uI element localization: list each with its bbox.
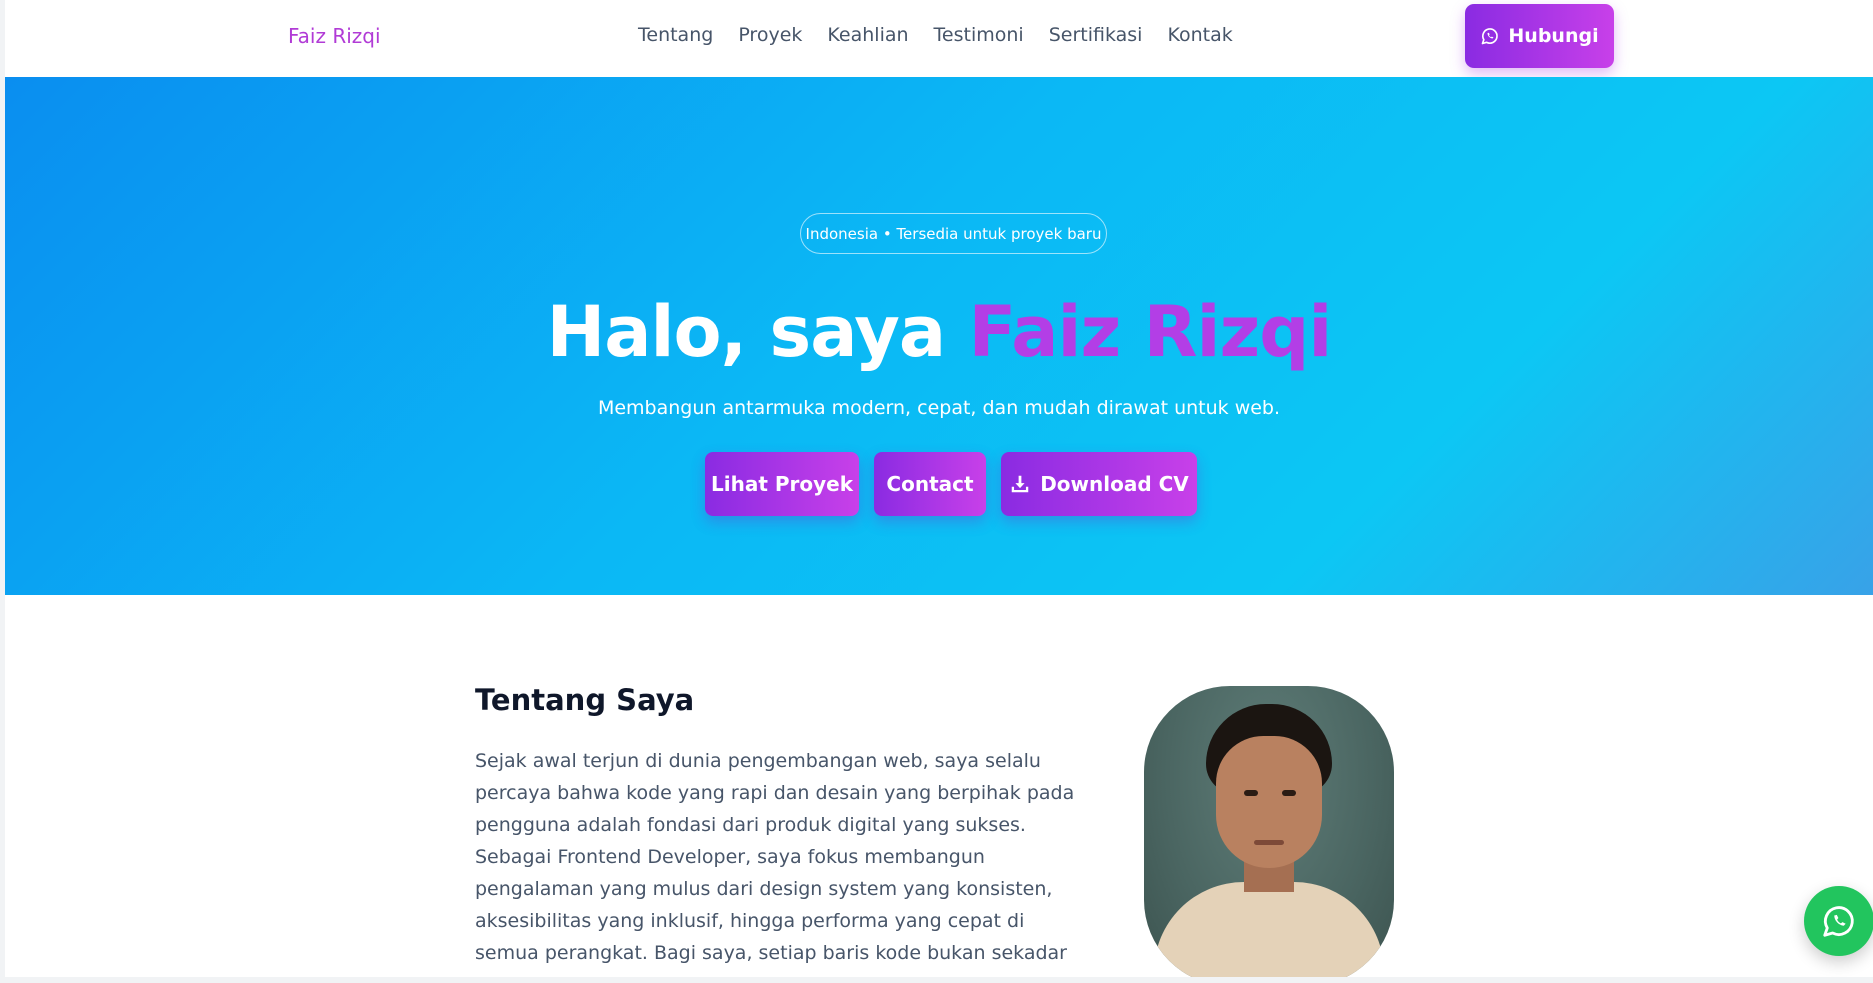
hubungi-button[interactable]: Hubungi [1465, 4, 1614, 68]
nav-item-proyek[interactable]: Proyek [738, 24, 802, 46]
profile-photo [1144, 686, 1394, 977]
download-cv-button[interactable]: Download CV [1001, 452, 1197, 516]
nav-item-keahlian[interactable]: Keahlian [827, 24, 908, 46]
download-icon [1009, 473, 1031, 495]
navbar: Faiz Rizqi Tentang Proyek Keahlian Testi… [5, 0, 1873, 77]
download-cv-label: Download CV [1040, 472, 1189, 496]
hero-title-prefix: Halo, saya [546, 291, 969, 373]
view-projects-label: Lihat Proyek [710, 472, 854, 496]
about-text: Sejak awal terjun di dunia pengembangan … [475, 750, 1075, 977]
view-projects-button[interactable]: Lihat Proyek [705, 452, 859, 516]
hubungi-label: Hubungi [1508, 25, 1599, 47]
whatsapp-float-button[interactable] [1804, 886, 1873, 956]
hero-title: Halo, saya Faiz Rizqi [5, 291, 1873, 373]
about-title: Tentang Saya [475, 683, 695, 717]
whatsapp-icon [1480, 26, 1500, 46]
nav-item-testimoni[interactable]: Testimoni [934, 24, 1024, 46]
nav-item-tentang[interactable]: Tentang [638, 24, 713, 46]
nav-item-kontak[interactable]: Kontak [1167, 24, 1232, 46]
page-frame: Faiz Rizqi Tentang Proyek Keahlian Testi… [5, 0, 1873, 977]
brand-logo[interactable]: Faiz Rizqi [288, 24, 381, 48]
hero-section: Indonesia • Tersedia untuk proyek baru H… [5, 77, 1873, 595]
contact-button[interactable]: Contact [874, 452, 986, 516]
whatsapp-icon [1820, 902, 1858, 940]
hero-subtitle: Membangun antarmuka modern, cepat, dan m… [597, 397, 1281, 419]
nav-item-sertifikasi[interactable]: Sertifikasi [1049, 24, 1143, 46]
availability-badge: Indonesia • Tersedia untuk proyek baru [800, 213, 1107, 254]
nav-menu: Tentang Proyek Keahlian Testimoni Sertif… [638, 24, 1258, 46]
contact-label: Contact [886, 472, 974, 496]
hero-title-name: Faiz Rizqi [968, 291, 1333, 373]
